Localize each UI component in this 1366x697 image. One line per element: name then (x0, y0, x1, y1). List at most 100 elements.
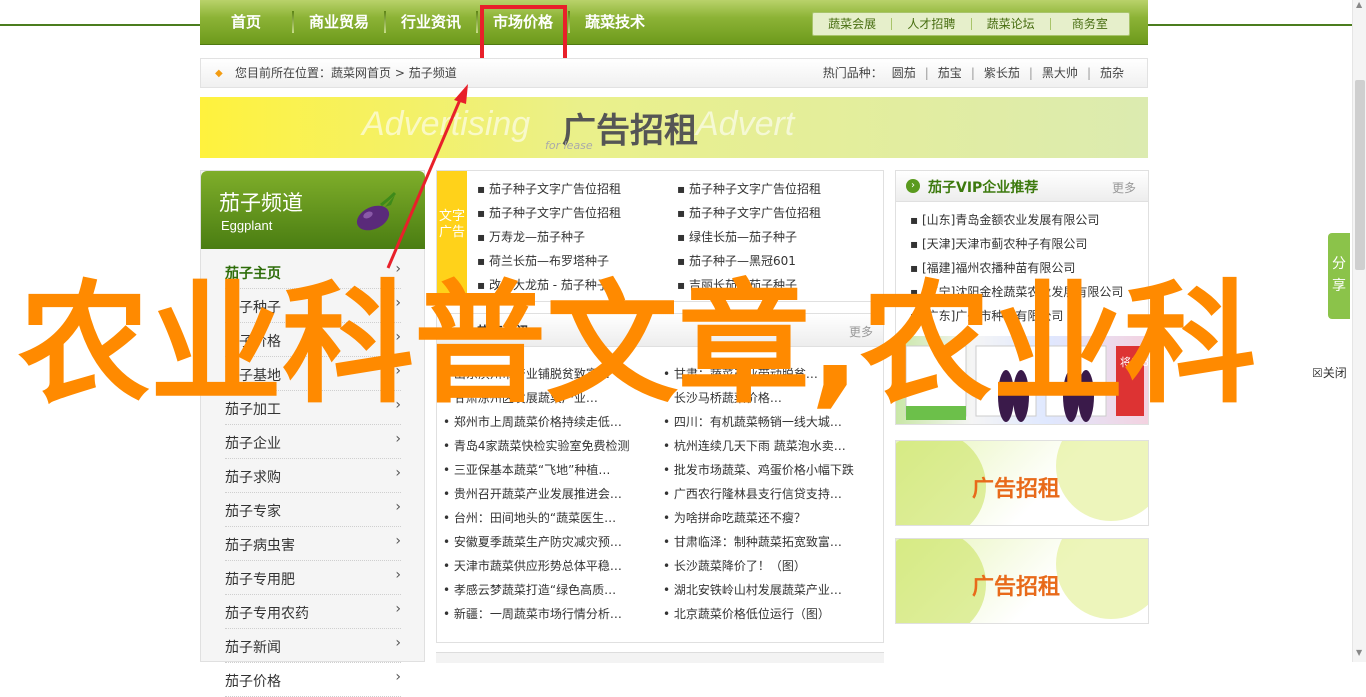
sidebar-item-label: 茄子专家 (225, 504, 281, 520)
decor-circle (1056, 539, 1148, 619)
news-link[interactable]: • 长沙马桥蔬菜价格… (663, 386, 883, 410)
product-image[interactable]: 将来88 (896, 336, 1148, 424)
close-button[interactable]: ☒关闭 (1312, 364, 1347, 381)
hot-item[interactable]: 紫长茄 (975, 59, 1029, 87)
ad-tile[interactable]: 广告招租 (895, 440, 1149, 526)
scrollbar-thumb[interactable] (1355, 80, 1365, 270)
news-link[interactable]: • 四川：有机蔬菜畅销一线大城… (663, 410, 883, 434)
text-ad-link[interactable]: ▪ 茄子种子文字广告位招租 (477, 201, 677, 225)
vip-link[interactable]: ▪ [广东]广州市种苗有限公司 (910, 304, 1146, 328)
sidebar-item-base[interactable]: 茄子基地 › (225, 357, 401, 391)
sidebar-subtitle: Eggplant (221, 218, 273, 233)
vip-label: [天津]天津市蓟农种子有限公司 (921, 237, 1088, 251)
text-ad-link[interactable]: ▪ 茄子种子文字广告位招租 (477, 177, 677, 201)
text-ad-link[interactable]: ▪ 万寿龙—茄子种子 (477, 225, 677, 249)
text-ad-link[interactable]: ▪ 茄子种子文字广告位招租 (677, 201, 877, 225)
sidebar-item-purchase[interactable]: 茄子求购 › (225, 459, 401, 493)
highlight-box (480, 5, 567, 66)
breadcrumb-bar: ◆ 您目前所在位置：蔬菜网首页 > 茄子频道 热门品种： 圆茄 | 茄宝 | 紫长茄… (200, 58, 1148, 88)
news-link[interactable]: • 青岛4家蔬菜快检实验室免费检测 (443, 434, 663, 458)
news-more-link[interactable]: 更多 (849, 323, 873, 340)
news-link[interactable]: • 山东滨州市产业铺脱贫致富… (443, 362, 663, 386)
eggplant-icon (356, 191, 397, 231)
text-ad-label: 茄子种子文字广告位招租 (688, 182, 821, 196)
chevron-right-icon: › (395, 499, 401, 515)
list-item: ▪ 改良大龙茄 - 茄子种子 ▪ 吉丽长茄—茄子种子 (477, 273, 877, 297)
scroll-down-icon[interactable]: ▼ (1356, 648, 1362, 657)
nav-item-news[interactable]: 行业资讯 (386, 0, 476, 44)
text-ad-label: 改良大龙茄 - 茄子种子 (488, 278, 609, 292)
sidebar-item-price-2[interactable]: 茄子价格 › (225, 663, 401, 697)
share-button[interactable]: 分享 (1328, 233, 1350, 319)
news-link[interactable]: • 孝感云梦蔬菜打造“绿色高质… (443, 578, 663, 602)
nav-item-tech[interactable]: 蔬菜技术 (570, 0, 660, 44)
text-ad-link[interactable]: ▪ 绿佳长茄—茄子种子 (677, 225, 877, 249)
sidebar-item-home[interactable]: 茄子主页 › (225, 255, 401, 289)
ad-tile[interactable]: 广告招租 (895, 538, 1149, 624)
main-nav: 首页 商业贸易 行业资讯 市场价格 蔬菜技术 蔬菜会展 人才招聘 蔬菜论坛 商务… (200, 0, 1148, 45)
text-ad-link[interactable]: ▪ 改良大龙茄 - 茄子种子 (477, 273, 677, 297)
text-ad-link[interactable]: ▪ 茄子种子—黑冠601 (677, 249, 877, 273)
text-ad-link[interactable]: ▪ 吉丽长茄—茄子种子 (677, 273, 877, 297)
sidebar-item-pests[interactable]: 茄子病虫害 › (225, 527, 401, 561)
news-link[interactable]: • 贵州召开蔬菜产业发展推进会… (443, 482, 663, 506)
nav-sub-expo[interactable]: 蔬菜会展 (813, 13, 891, 35)
sidebar-item-seeds[interactable]: 茄子种子 › (225, 289, 401, 323)
sidebar-item-enterprise[interactable]: 茄子企业 › (225, 425, 401, 459)
sidebar-item-news[interactable]: 茄子新闻 › (225, 629, 401, 663)
news-link[interactable]: • 安徽夏季蔬菜生产防灾减灾预… (443, 530, 663, 554)
vip-more-link[interactable]: 更多 (1112, 179, 1136, 196)
news-link[interactable]: • 北京蔬菜价格低位运行（图） (663, 602, 883, 626)
sidebar-item-pesticide[interactable]: 茄子专用农药 › (225, 595, 401, 629)
news-link[interactable]: • 批发市场蔬菜、鸡蛋价格小幅下跌 (663, 458, 883, 482)
news-link[interactable]: • 为啥拼命吃蔬菜还不瘦？ (663, 506, 883, 530)
nav-sub-business[interactable]: 商务室 (1051, 13, 1129, 35)
nav-item-home[interactable]: 首页 (200, 0, 292, 44)
sidebar-item-processing[interactable]: 茄子加工 › (225, 391, 401, 425)
sidebar: 茄子频道 Eggplant 茄子主页 › 茄子种子 › 茄子价格 › 茄子基地 › 茄子… (200, 170, 425, 697)
breadcrumb-current[interactable]: 茄子频道 (409, 66, 457, 80)
news-link[interactable]: • 郑州市上周蔬菜价格持续走低… (443, 410, 663, 434)
news-link[interactable]: • 天津市蔬菜供应形势总体平稳… (443, 554, 663, 578)
news-link[interactable]: • 湖北安铁岭山村发展蔬菜产业… (663, 578, 883, 602)
news-label: 四川：有机蔬菜畅销一线大城… (673, 415, 842, 429)
news-link[interactable]: • 杭州连续几天下雨 蔬菜泡水卖… (663, 434, 883, 458)
nav-item-trade[interactable]: 商业贸易 (294, 0, 384, 44)
hot-item[interactable]: 圆茄 (883, 59, 925, 87)
news-label: 贵州召开蔬菜产业发展推进会… (453, 487, 622, 501)
news-link[interactable]: • 甘肃：蔬菜产业带动脱贫… (663, 362, 883, 386)
sidebar-item-label: 茄子专用肥 (225, 572, 295, 588)
text-ad-link[interactable]: ▪ 荷兰长茄—布罗塔种子 (477, 249, 677, 273)
news-link[interactable]: • 长沙蔬菜降价了！（图） (663, 554, 883, 578)
vip-link[interactable]: ▪ [福建]福州农播种苗有限公司 (910, 256, 1146, 280)
news-label: 杭州连续几天下雨 蔬菜泡水卖… (673, 439, 846, 453)
sidebar-item-fertilizer[interactable]: 茄子专用肥 › (225, 561, 401, 595)
sidebar-item-expert[interactable]: 茄子专家 › (225, 493, 401, 527)
hot-item[interactable]: 茄宝 (929, 59, 971, 87)
nav-sub-jobs[interactable]: 人才招聘 (892, 13, 970, 35)
sidebar-item-price[interactable]: 茄子价格 › (225, 323, 401, 357)
breadcrumb-home-link[interactable]: 蔬菜网首页 (331, 66, 391, 80)
news-link[interactable]: • 新疆：一周蔬菜市场行情分析… (443, 602, 663, 626)
news-link[interactable]: • 广西农行隆林县支行信贷支持… (663, 482, 883, 506)
hot-item[interactable]: 黑大帅 (1033, 59, 1087, 87)
list-item: ▪ 茄子种子文字广告位招租 ▪ 茄子种子文字广告位招租 (477, 177, 877, 201)
news-label: 山东滨州市产业铺脱贫致富… (453, 367, 610, 381)
arrow-circle-icon: › (906, 179, 920, 193)
decor-circle (1056, 441, 1148, 521)
ad-banner[interactable]: Advertising Advert 广告招租 for lease (200, 97, 1148, 158)
news-link[interactable]: • 甘肃凉州区发展蔬菜产业… (443, 386, 663, 410)
vip-link[interactable]: ▪ [山东]青岛金额农业发展有限公司 (910, 208, 1146, 232)
news-link[interactable]: • 三亚保基本蔬菜“飞地”种植… (443, 458, 663, 482)
news-link[interactable]: • 台州：田间地头的“蔬菜医生… (443, 506, 663, 530)
nav-sub-forum[interactable]: 蔬菜论坛 (972, 13, 1050, 35)
hot-item[interactable]: 茄杂 (1091, 59, 1133, 87)
scroll-up-icon[interactable]: ▲ (1356, 0, 1362, 9)
chevron-right-icon: › (395, 465, 401, 481)
vip-link[interactable]: ▪ [辽宁]沈阳金栓蔬菜农业发展有限公司 (910, 280, 1146, 304)
vip-link[interactable]: ▪ [天津]天津市蓟农种子有限公司 (910, 232, 1146, 256)
text-ad-link[interactable]: ▪ 茄子种子文字广告位招租 (677, 177, 877, 201)
news-link[interactable]: • 甘肃临泽：制种蔬菜拓宽致富… (663, 530, 883, 554)
scrollbar[interactable]: ▲ ▼ (1352, 0, 1366, 662)
news-label: 安徽夏季蔬菜生产防灾减灾预… (453, 535, 622, 549)
